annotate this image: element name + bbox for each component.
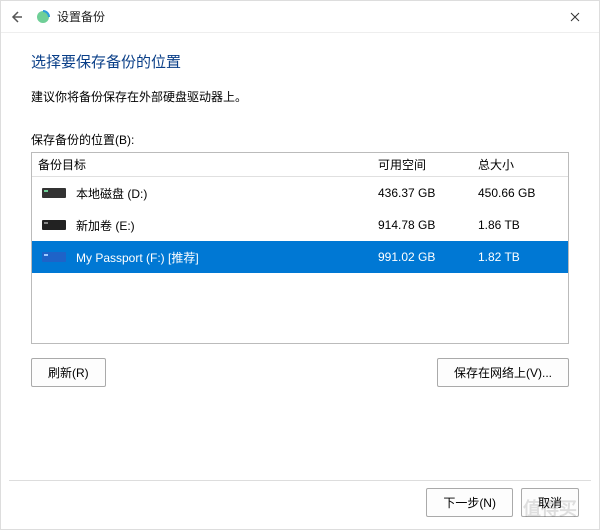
page-subtext: 建议你将备份保存在外部硬盘驱动器上。 bbox=[31, 88, 569, 105]
drive-label: 本地磁盘 (D:) bbox=[76, 185, 378, 202]
list-label: 保存备份的位置(B): bbox=[31, 131, 569, 148]
column-name[interactable]: 备份目标 bbox=[32, 156, 378, 173]
drive-row[interactable]: 新加卷 (E:) 914.78 GB 1.86 TB bbox=[32, 209, 568, 241]
wizard-icon bbox=[35, 9, 51, 25]
drive-list: 备份目标 可用空间 总大小 本地磁盘 (D:) 436.37 GB 450.66… bbox=[31, 152, 569, 344]
arrow-left-icon bbox=[9, 9, 25, 25]
drive-label: My Passport (F:) [推荐] bbox=[76, 249, 378, 266]
drive-total: 450.66 GB bbox=[478, 186, 568, 200]
drive-free: 914.78 GB bbox=[378, 218, 478, 232]
footer-separator bbox=[9, 480, 591, 481]
column-total[interactable]: 总大小 bbox=[478, 156, 568, 173]
refresh-button[interactable]: 刷新(R) bbox=[31, 358, 106, 387]
drive-row[interactable]: My Passport (F:) [推荐] 991.02 GB 1.82 TB bbox=[32, 241, 568, 273]
drive-label: 新加卷 (E:) bbox=[76, 217, 378, 234]
save-network-button[interactable]: 保存在网络上(V)... bbox=[437, 358, 569, 387]
close-button[interactable] bbox=[555, 3, 595, 31]
drive-total: 1.82 TB bbox=[478, 250, 568, 264]
cancel-button[interactable]: 取消 bbox=[521, 488, 579, 517]
hdd-icon bbox=[40, 216, 68, 234]
next-button[interactable]: 下一步(N) bbox=[426, 488, 513, 517]
close-icon bbox=[570, 12, 580, 22]
hdd-icon bbox=[40, 248, 68, 266]
drive-row[interactable]: 本地磁盘 (D:) 436.37 GB 450.66 GB bbox=[32, 177, 568, 209]
hdd-icon bbox=[40, 184, 68, 202]
window-title: 设置备份 bbox=[57, 8, 105, 25]
column-free[interactable]: 可用空间 bbox=[378, 156, 478, 173]
list-header: 备份目标 可用空间 总大小 bbox=[32, 153, 568, 177]
page-heading: 选择要保存备份的位置 bbox=[31, 51, 569, 72]
drive-free: 991.02 GB bbox=[378, 250, 478, 264]
back-button[interactable] bbox=[5, 5, 29, 29]
drive-free: 436.37 GB bbox=[378, 186, 478, 200]
drive-total: 1.86 TB bbox=[478, 218, 568, 232]
